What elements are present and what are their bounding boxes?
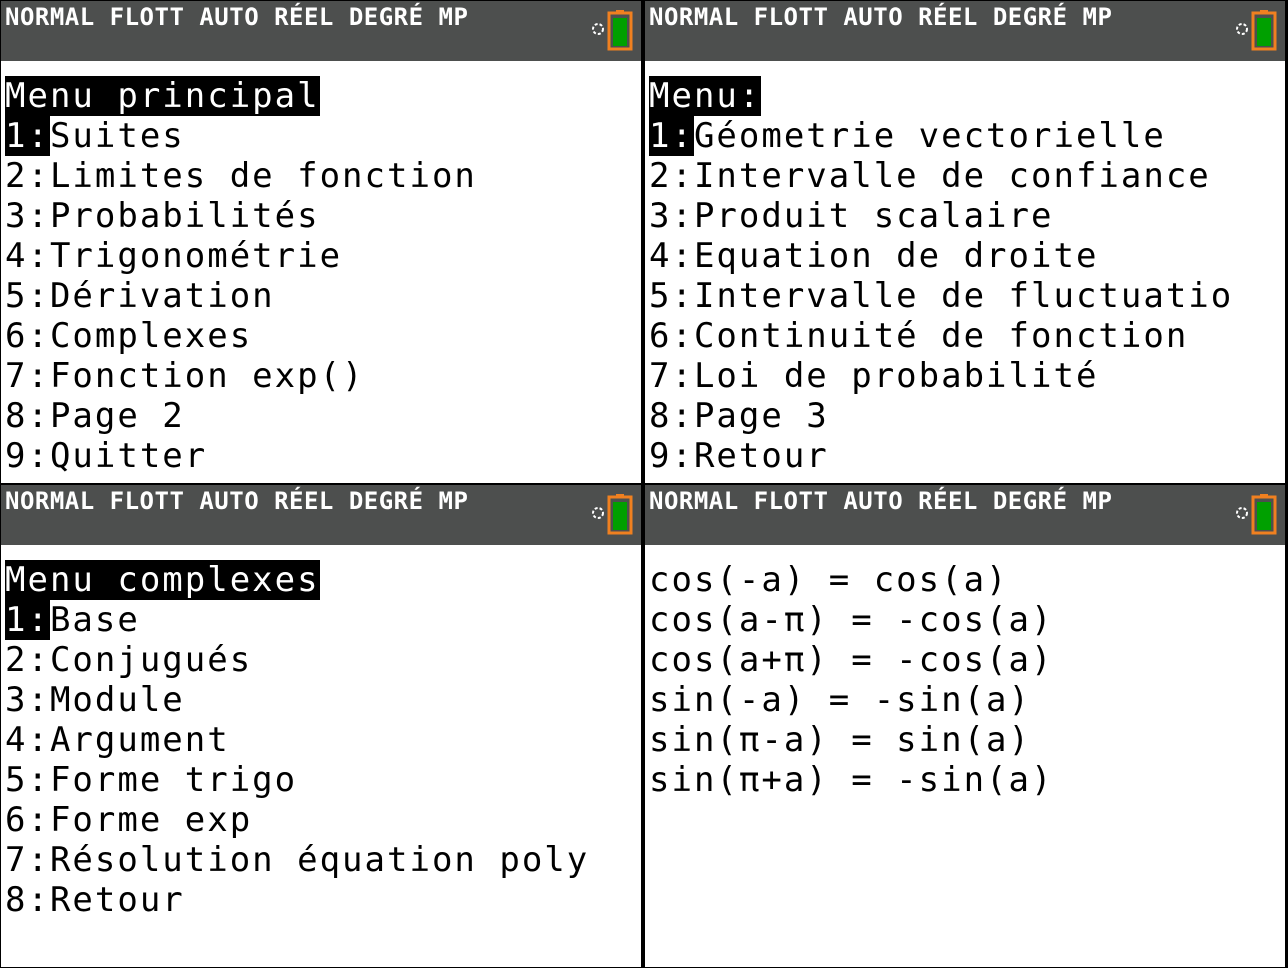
menu-item-base[interactable]: 1:Base xyxy=(1,600,641,640)
menu-item-page-3[interactable]: 8:Page 3 xyxy=(645,396,1285,436)
calculator-screens-grid: NORMAL FLOTT AUTO RÉEL DEGRÉ MP Menu pri… xyxy=(0,0,1288,968)
status-bar: NORMAL FLOTT AUTO RÉEL DEGRÉ MP xyxy=(1,485,641,545)
menu-title: Menu principal xyxy=(5,76,320,116)
menu-item-probabilites[interactable]: 3:Probabilités xyxy=(1,196,641,236)
status-text: NORMAL FLOTT AUTO RÉEL DEGRÉ MP xyxy=(649,487,1113,515)
menu-item-page-2[interactable]: 8:Page 2 xyxy=(1,396,641,436)
menu-item-derivation[interactable]: 5:Dérivation xyxy=(1,276,641,316)
screen-main-menu: NORMAL FLOTT AUTO RÉEL DEGRÉ MP Menu pri… xyxy=(1,1,641,483)
menu-item-resolution-equation[interactable]: 7:Résolution équation poly xyxy=(1,840,641,880)
menu-item-continuite-fonction[interactable]: 6:Continuité de fonction xyxy=(645,316,1285,356)
menu-item-conjugues[interactable]: 2:Conjugués xyxy=(1,640,641,680)
menu-item-produit-scalaire[interactable]: 3:Produit scalaire xyxy=(645,196,1285,236)
battery-icon xyxy=(1236,494,1277,535)
menu-item-forme-trigo[interactable]: 5:Forme trigo xyxy=(1,760,641,800)
status-bar: NORMAL FLOTT AUTO RÉEL DEGRÉ MP xyxy=(645,485,1285,545)
menu-item-complexes[interactable]: 6:Complexes xyxy=(1,316,641,356)
menu-item-forme-exp[interactable]: 6:Forme exp xyxy=(1,800,641,840)
output-line: cos(a-π) = -cos(a) xyxy=(649,600,1054,640)
menu-item-quitter[interactable]: 9:Quitter xyxy=(1,436,641,476)
battery-icon xyxy=(1236,10,1277,51)
output-line: sin(π+a) = -sin(a) xyxy=(649,760,1054,800)
status-bar: NORMAL FLOTT AUTO RÉEL DEGRÉ MP xyxy=(1,1,641,61)
menu-item-fonction-exp[interactable]: 7:Fonction exp() xyxy=(1,356,641,396)
menu-item-limites[interactable]: 2:Limites de fonction xyxy=(1,156,641,196)
menu-item-trigonometrie[interactable]: 4:Trigonométrie xyxy=(1,236,641,276)
output-line: cos(a+π) = -cos(a) xyxy=(649,640,1054,680)
battery-icon xyxy=(592,10,633,51)
output-line: sin(-a) = -sin(a) xyxy=(649,680,1031,720)
output-line: cos(-a) = cos(a) xyxy=(649,560,1009,600)
battery-icon xyxy=(592,494,633,535)
screen-trig-identities: NORMAL FLOTT AUTO RÉEL DEGRÉ MP cos(-a) … xyxy=(645,485,1285,967)
menu-item-intervalle-confiance[interactable]: 2:Intervalle de confiance xyxy=(645,156,1285,196)
menu-item-retour[interactable]: 8:Retour xyxy=(1,880,641,920)
menu-body: Menu: 1:Géometrie vectorielle 2:Interval… xyxy=(645,76,1285,481)
status-text: NORMAL FLOTT AUTO RÉEL DEGRÉ MP xyxy=(5,487,469,515)
status-bar: NORMAL FLOTT AUTO RÉEL DEGRÉ MP xyxy=(645,1,1285,61)
menu-title: Menu complexes xyxy=(5,560,320,600)
menu-item-geometrie-vectorielle[interactable]: 1:Géometrie vectorielle xyxy=(645,116,1285,156)
output-body: cos(-a) = cos(a) cos(a-π) = -cos(a) cos(… xyxy=(645,560,1285,965)
menu-item-module[interactable]: 3:Module xyxy=(1,680,641,720)
menu-item-suites[interactable]: 1:Suites xyxy=(1,116,641,156)
menu-body: Menu complexes 1:Base 2:Conjugués 3:Modu… xyxy=(1,560,641,965)
menu-item-intervalle-fluctuation[interactable]: 5:Intervalle de fluctuatio xyxy=(645,276,1285,316)
menu-title: Menu: xyxy=(649,76,762,116)
menu-body: Menu principal 1:Suites 2:Limites de fon… xyxy=(1,76,641,481)
output-line: sin(π-a) = sin(a) xyxy=(649,720,1031,760)
menu-item-argument[interactable]: 4:Argument xyxy=(1,720,641,760)
status-text: NORMAL FLOTT AUTO RÉEL DEGRÉ MP xyxy=(649,3,1113,31)
status-text: NORMAL FLOTT AUTO RÉEL DEGRÉ MP xyxy=(5,3,469,31)
menu-item-retour[interactable]: 9:Retour xyxy=(645,436,1285,476)
screen-menu-page-2: NORMAL FLOTT AUTO RÉEL DEGRÉ MP Menu: 1:… xyxy=(645,1,1285,483)
menu-item-equation-droite[interactable]: 4:Equation de droite xyxy=(645,236,1285,276)
menu-item-loi-probabilite[interactable]: 7:Loi de probabilité xyxy=(645,356,1285,396)
screen-menu-complexes: NORMAL FLOTT AUTO RÉEL DEGRÉ MP Menu com… xyxy=(1,485,641,967)
